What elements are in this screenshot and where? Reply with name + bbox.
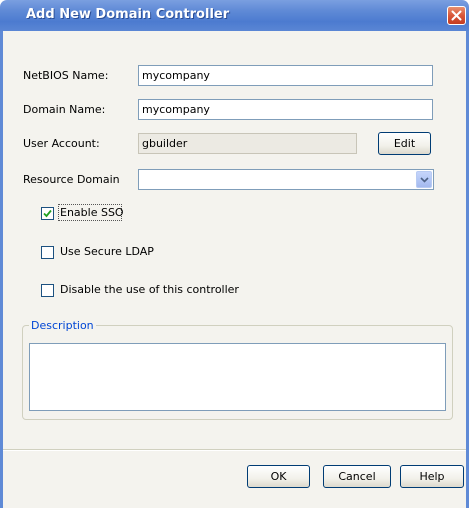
netbios-name-input[interactable]: mycompany [138,65,433,86]
resource-domain-dropdown-button[interactable] [416,171,432,188]
user-account-label: User Account: [23,137,100,150]
close-icon [451,10,462,21]
dialog-title: Add New Domain Controller [26,7,230,22]
cancel-button[interactable]: Cancel [323,465,391,488]
dialog-window: Add New Domain Controller NetBIOS Name: … [0,0,469,508]
ok-button[interactable]: OK [247,465,310,488]
enable-sso-checkbox[interactable] [41,207,54,220]
disable-controller-option[interactable]: Disable the use of this controller [41,283,241,299]
domain-name-label: Domain Name: [23,103,106,116]
user-account-field: gbuilder [138,133,357,154]
footer-divider [3,449,466,451]
domain-name-input[interactable]: mycompany [138,99,433,120]
secure-ldap-option[interactable]: Use Secure LDAP [41,245,181,261]
enable-sso-label: Enable SSO [60,206,124,219]
description-textarea[interactable] [29,343,446,411]
chevron-down-icon [420,177,429,183]
close-button[interactable] [447,6,466,25]
resource-domain-select[interactable] [138,169,434,190]
checkmark-icon [43,209,52,218]
dialog-body: NetBIOS Name: mycompany Domain Name: myc… [0,31,469,508]
description-label: Description [29,319,96,332]
secure-ldap-checkbox[interactable] [41,246,54,259]
resource-domain-label: Resource Domain [23,173,120,186]
netbios-name-label: NetBIOS Name: [23,69,109,82]
title-bar[interactable]: Add New Domain Controller [0,0,469,31]
disable-controller-label: Disable the use of this controller [60,283,239,296]
disable-controller-checkbox[interactable] [41,284,54,297]
enable-sso-option[interactable]: Enable SSO [41,204,141,222]
help-button[interactable]: Help [400,465,464,488]
secure-ldap-label: Use Secure LDAP [60,245,154,258]
edit-account-button[interactable]: Edit [378,132,431,155]
